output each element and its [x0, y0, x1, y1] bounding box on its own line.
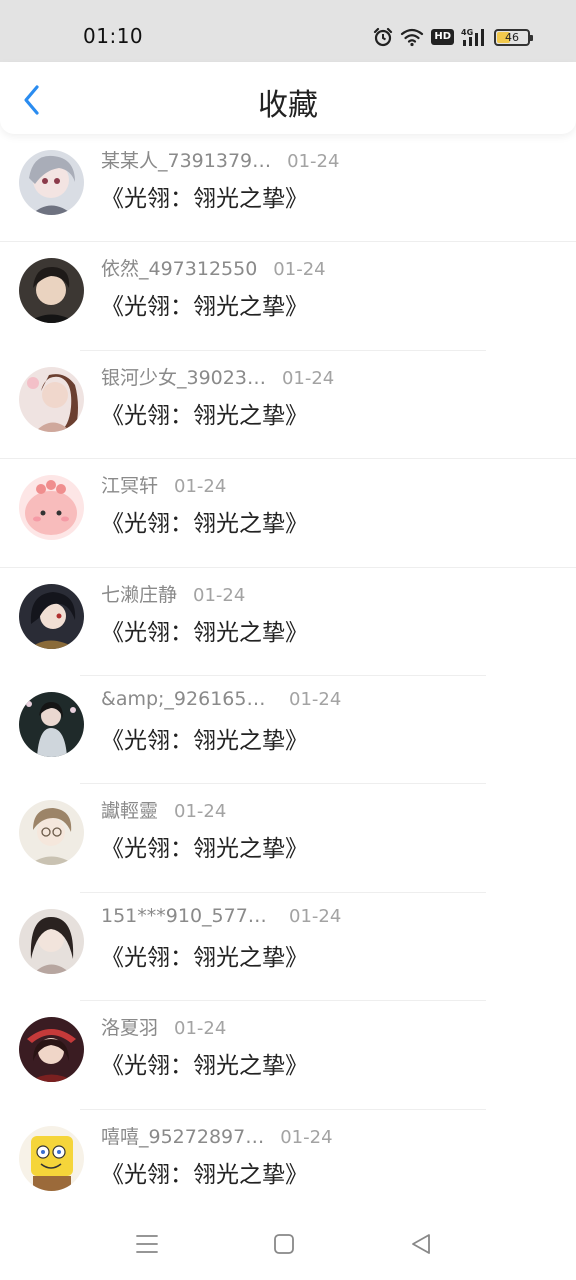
item-meta: 江冥轩 01-24: [101, 471, 226, 498]
user-name: 江冥轩: [101, 475, 159, 498]
battery-cap: [530, 34, 533, 41]
avatar[interactable]: [19, 1017, 84, 1083]
date: 01-24: [280, 1126, 333, 1148]
list-item[interactable]: 讞輕靈 01-24 《光翎：翎光之挚》: [0, 784, 576, 893]
collection-title[interactable]: 《光翎：翎光之挚》: [101, 1155, 308, 1189]
user-name: 某某人_7391379…: [101, 150, 272, 172]
favorites-list: 某某人_7391379… 01-24 《光翎：翎光之挚》 依然_49731255…: [0, 134, 576, 1208]
avatar[interactable]: [19, 1125, 84, 1191]
date: 01-24: [287, 151, 340, 172]
date: 01-24: [281, 367, 335, 389]
collection-title[interactable]: 《光翎：翎光之挚》: [101, 287, 308, 321]
item-meta: 银河少女_39023… 01-24: [101, 363, 334, 390]
date: 01-24: [289, 688, 342, 710]
item-meta: &amp;_9261651… 01-24: [101, 688, 341, 710]
hd-icon: HD: [431, 29, 454, 45]
battery-icon: 46: [494, 28, 533, 46]
item-meta: 依然_497312550 01-24: [101, 254, 326, 281]
collection-title[interactable]: 《光翎：翎光之挚》: [101, 938, 308, 972]
item-meta: 某某人_7391379… 01-24: [101, 146, 339, 173]
list-item[interactable]: 七濑庄静 01-24 《光翎：翎光之挚》: [0, 568, 576, 676]
avatar[interactable]: [19, 691, 84, 757]
home-icon: [274, 1234, 294, 1254]
user-name: 151***910_5771…: [101, 904, 273, 927]
status-icons: HD 4G 46: [373, 25, 533, 49]
user-name: 依然_497312550: [101, 258, 258, 281]
back-triangle-icon: [412, 1234, 430, 1254]
date: 01-24: [174, 476, 227, 498]
status-bar: 01:10 HD 4G 46: [0, 0, 576, 62]
item-meta: 七濑庄静 01-24: [101, 580, 245, 607]
user-name: 讞輕靈: [101, 800, 159, 823]
navigation-bar: [0, 1208, 576, 1280]
battery-level: 46: [505, 30, 519, 44]
date: 01-24: [174, 801, 227, 823]
back-nav-button[interactable]: [407, 1230, 435, 1258]
menu-button[interactable]: [133, 1230, 161, 1258]
avatar[interactable]: [19, 258, 84, 324]
menu-icon: [136, 1235, 158, 1253]
avatar[interactable]: [19, 150, 84, 215]
list-item[interactable]: 某某人_7391379… 01-24 《光翎：翎光之挚》: [0, 134, 576, 243]
network-label: 4G: [461, 28, 473, 37]
item-meta: 洛夏羽 01-24: [101, 1013, 226, 1040]
item-meta: 嘻嘻_95272897… 01-24: [101, 1122, 333, 1149]
status-time: 01:10: [83, 24, 144, 48]
date: 01-24: [193, 584, 246, 606]
user-name: 嘻嘻_95272897…: [101, 1125, 265, 1148]
collection-title[interactable]: 《光翎：翎光之挚》: [101, 1046, 308, 1080]
avatar[interactable]: [19, 800, 84, 866]
collection-title[interactable]: 《光翎：翎光之挚》: [101, 829, 308, 863]
avatar[interactable]: [19, 475, 84, 541]
avatar[interactable]: [19, 583, 84, 649]
home-button[interactable]: [270, 1230, 298, 1258]
date: 01-24: [174, 1018, 227, 1040]
header: 收藏: [0, 62, 576, 134]
avatar[interactable]: [19, 908, 84, 974]
list-item[interactable]: 银河少女_39023… 01-24 《光翎：翎光之挚》: [0, 351, 576, 460]
list-item[interactable]: &amp;_9261651… 01-24 《光翎：翎光之挚》: [0, 676, 576, 785]
list-item[interactable]: 依然_497312550 01-24 《光翎：翎光之挚》: [0, 242, 576, 351]
list-item[interactable]: 洛夏羽 01-24 《光翎：翎光之挚》: [0, 1001, 576, 1110]
date: 01-24: [273, 259, 326, 281]
collection-title[interactable]: 《光翎：翎光之挚》: [101, 396, 308, 430]
date: 01-24: [289, 905, 342, 927]
user-name: 洛夏羽: [101, 1017, 159, 1040]
page-title: 收藏: [258, 88, 318, 123]
signal-icon: 4G: [461, 27, 487, 47]
item-meta: 151***910_5771… 01-24: [101, 905, 341, 927]
avatar[interactable]: [19, 366, 84, 432]
user-name: 银河少女_39023…: [101, 366, 266, 389]
list-item[interactable]: 江冥轩 01-24 《光翎：翎光之挚》: [0, 459, 576, 568]
list-item[interactable]: 嘻嘻_95272897… 01-24 《光翎：翎光之挚》: [0, 1110, 576, 1208]
wifi-icon: [400, 27, 424, 47]
item-meta: 讞輕靈 01-24: [101, 796, 226, 823]
collection-title[interactable]: 《光翎：翎光之挚》: [101, 721, 308, 755]
alarm-icon: [373, 27, 393, 47]
collection-title[interactable]: 《光翎：翎光之挚》: [101, 179, 308, 213]
user-name: &amp;_9261651…: [101, 687, 273, 710]
collection-title[interactable]: 《光翎：翎光之挚》: [101, 504, 308, 538]
list-item[interactable]: 151***910_5771… 01-24 《光翎：翎光之挚》: [0, 893, 576, 1002]
collection-title[interactable]: 《光翎：翎光之挚》: [101, 613, 308, 647]
user-name: 七濑庄静: [101, 583, 178, 606]
